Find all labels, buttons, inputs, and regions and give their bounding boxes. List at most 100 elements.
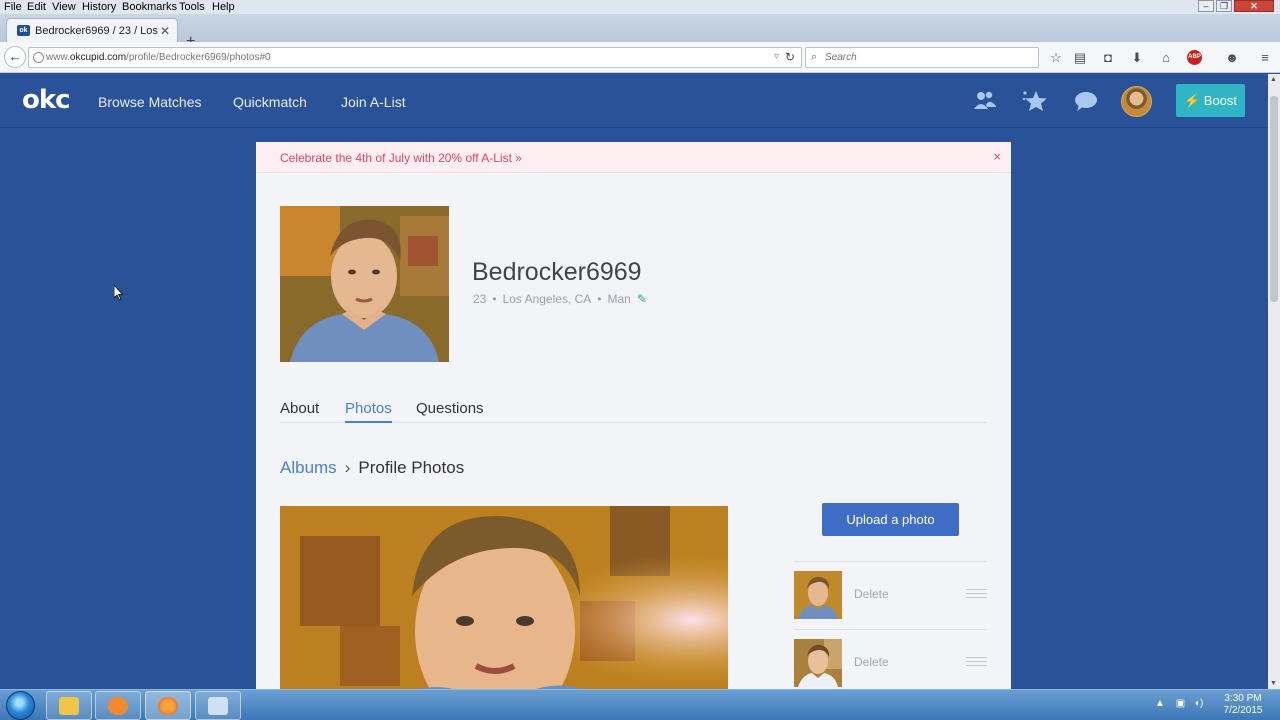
drag-handle-icon[interactable]	[966, 589, 987, 598]
profile-location: Los Angeles, CA	[502, 292, 592, 306]
photo-thumbnail[interactable]	[794, 639, 842, 687]
photo-list-item: Delete	[794, 561, 987, 629]
delete-photo-link[interactable]: Delete	[854, 587, 889, 601]
window-controls: – ❐ ✕	[1196, 0, 1274, 14]
tab-title: Bedrocker6969 / 23 / Los A...	[35, 25, 159, 37]
tab-photos[interactable]: Photos	[345, 400, 392, 423]
firefox-icon	[158, 697, 178, 715]
taskbar-clock[interactable]: 3:30 PM 7/2/2015	[1215, 693, 1271, 717]
photo-thumbnail[interactable]	[794, 571, 842, 619]
okc-logo[interactable]: okc	[22, 85, 71, 115]
tab-questions[interactable]: Questions	[416, 400, 484, 423]
minimize-icon[interactable]: –	[1198, 0, 1214, 12]
mouse-cursor-icon	[113, 283, 124, 306]
media-player-taskbar-button[interactable]	[95, 691, 141, 720]
system-tray: ▲ ▣ ◖)	[1155, 698, 1203, 709]
nav-browse-matches[interactable]: Browse Matches	[98, 94, 201, 110]
profile-tabs: About Photos Questions	[280, 400, 987, 423]
people-icon[interactable]	[972, 89, 998, 113]
separator-dot: •	[597, 292, 602, 306]
menu-history[interactable]: History	[82, 0, 116, 14]
search-placeholder: Search	[825, 52, 857, 63]
user-avatar[interactable]	[1121, 86, 1152, 117]
okcupid-favicon-icon: ok	[17, 25, 30, 36]
navigation-toolbar: ← www.okcupid.com/profile/Bedrocker6969/…	[0, 42, 1280, 73]
back-arrow-icon[interactable]: ←	[4, 46, 26, 68]
upload-photo-button[interactable]: Upload a photo	[822, 503, 959, 536]
show-hidden-icons-icon[interactable]: ▲	[1155, 698, 1165, 709]
page-scrollbar[interactable]: ▲ ▼	[1268, 74, 1280, 689]
menu-view[interactable]: View	[52, 0, 76, 14]
url-bar[interactable]: www.okcupid.com/profile/Bedrocker6969/ph…	[28, 47, 802, 68]
profile-username: Bedrocker6969	[472, 258, 642, 286]
nav-quickmatch[interactable]: Quickmatch	[233, 94, 307, 110]
pocket-icon[interactable]: ◘	[1100, 50, 1116, 66]
folder-icon	[59, 697, 79, 715]
profile-details: 23 • Los Angeles, CA • Man ✎	[473, 292, 647, 306]
network-icon[interactable]: ▣	[1176, 698, 1185, 709]
site-header: okc Browse Matches Quickmatch Join A-Lis…	[0, 74, 1268, 128]
profile-gender: Man	[607, 292, 631, 306]
hamburger-menu-icon[interactable]: ≡	[1257, 50, 1273, 66]
scroll-down-icon[interactable]: ▼	[1270, 680, 1277, 687]
tab-about[interactable]: About	[280, 400, 319, 423]
breadcrumb-albums-link[interactable]: Albums	[280, 458, 337, 477]
adblock-icon[interactable]: ABP	[1187, 50, 1202, 65]
breadcrumb-current: Profile Photos	[358, 458, 465, 477]
app-taskbar-button[interactable]	[195, 691, 241, 720]
drag-handle-icon[interactable]	[966, 657, 987, 666]
messages-icon[interactable]	[1073, 89, 1099, 113]
profile-photo[interactable]	[280, 206, 449, 362]
menu-tools[interactable]: Tools	[179, 0, 205, 14]
menu-bookmarks[interactable]: Bookmarks	[122, 0, 177, 14]
globe-icon	[33, 52, 44, 63]
stars-icon[interactable]	[1021, 89, 1047, 113]
selected-photo[interactable]	[280, 506, 728, 689]
boost-button[interactable]: ⚡ Boost	[1176, 84, 1245, 117]
search-input[interactable]: ⌕ Search	[805, 47, 1039, 68]
boost-label: Boost	[1203, 93, 1238, 108]
lightning-icon: ⚡	[1183, 93, 1201, 108]
promo-banner: Celebrate the 4th of July with 20% off A…	[256, 142, 1011, 173]
explorer-taskbar-button[interactable]	[46, 691, 92, 720]
window-app-icon	[208, 697, 228, 715]
tab-strip: ok Bedrocker6969 / 23 / Los A... ✕ +	[0, 14, 1280, 50]
clock-date: 7/2/2015	[1223, 705, 1263, 716]
nav-join-a-list[interactable]: Join A-List	[341, 94, 406, 110]
reload-icon[interactable]: ↻	[785, 50, 795, 64]
bookmark-star-icon[interactable]: ☆	[1048, 50, 1064, 66]
menu-bar: File Edit View History Bookmarks Tools H…	[0, 0, 1280, 14]
menu-file[interactable]: File	[4, 0, 22, 14]
restore-icon[interactable]: ❐	[1216, 0, 1232, 12]
profile-card: Celebrate the 4th of July with 20% off A…	[256, 142, 1011, 689]
media-player-icon	[108, 697, 128, 715]
delete-photo-link[interactable]: Delete	[854, 655, 889, 669]
reading-list-icon[interactable]: ▤	[1072, 50, 1088, 66]
edit-pencil-icon[interactable]: ✎	[637, 292, 647, 306]
chat-icon[interactable]: ☻	[1224, 50, 1240, 66]
profile-age: 23	[473, 292, 487, 306]
search-icon: ⌕	[811, 51, 818, 63]
url-text: www.okcupid.com/profile/Bedrocker6969/ph…	[46, 52, 271, 63]
menu-edit[interactable]: Edit	[27, 0, 46, 14]
close-window-icon[interactable]: ✕	[1234, 0, 1274, 12]
close-tab-icon[interactable]: ✕	[160, 24, 170, 38]
home-icon[interactable]: ⌂	[1158, 50, 1174, 66]
breadcrumb-separator: ›	[344, 458, 351, 477]
url-dropdown-icon[interactable]: ▿	[774, 51, 779, 62]
breadcrumb: Albums › Profile Photos	[280, 458, 464, 478]
separator-dot: •	[492, 292, 497, 306]
clock-time: 3:30 PM	[1224, 693, 1262, 704]
volume-icon[interactable]: ◖)	[1194, 698, 1203, 709]
download-icon[interactable]: ⬇	[1129, 50, 1145, 66]
browser-tab[interactable]: ok Bedrocker6969 / 23 / Los A... ✕	[6, 18, 178, 42]
photo-list-item: Delete	[794, 629, 987, 689]
menu-help[interactable]: Help	[212, 0, 235, 14]
firefox-taskbar-button[interactable]	[145, 691, 191, 720]
start-button[interactable]	[6, 691, 35, 720]
promo-close-icon[interactable]: ×	[993, 149, 1001, 164]
scrollbar-thumb[interactable]	[1270, 96, 1278, 302]
promo-link[interactable]: Celebrate the 4th of July with 20% off A…	[280, 151, 522, 165]
windows-taskbar: ▲ ▣ ◖) 3:30 PM 7/2/2015	[0, 689, 1280, 720]
scroll-up-icon[interactable]: ▲	[1270, 76, 1277, 83]
